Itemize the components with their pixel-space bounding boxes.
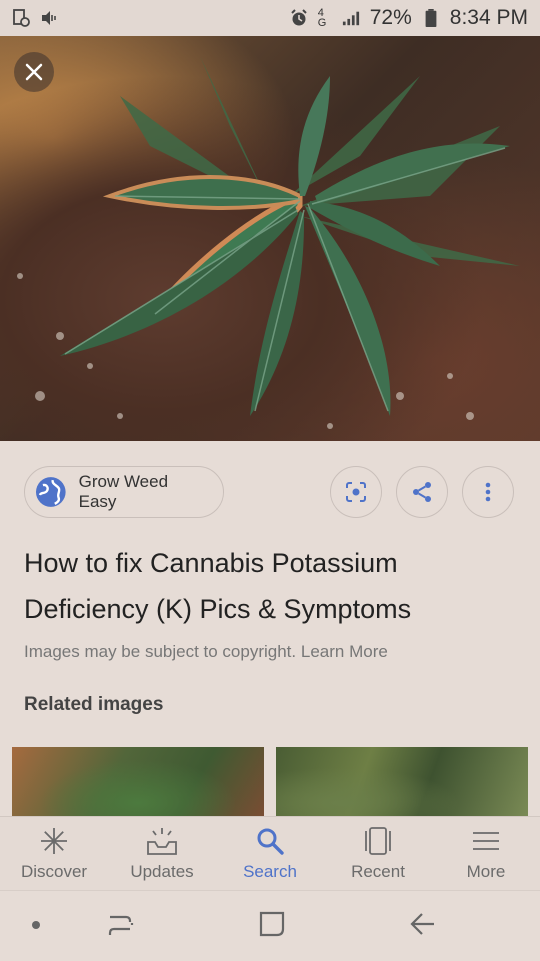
- related-image-thumbnail[interactable]: [12, 747, 264, 817]
- hero-image[interactable]: [0, 36, 540, 441]
- status-right: 4G 72% 8:34 PM: [290, 6, 528, 30]
- globe-icon: [35, 477, 66, 507]
- nav-more[interactable]: More: [432, 817, 540, 891]
- learn-more-link[interactable]: Learn More: [301, 642, 388, 661]
- screenshot-icon: [13, 9, 30, 27]
- source-chip[interactable]: Grow Weed Easy: [24, 466, 224, 518]
- nav-search[interactable]: Search: [216, 817, 324, 891]
- lens-icon: [346, 482, 366, 502]
- bottom-nav: Discover Updates Search Recent More: [0, 816, 540, 891]
- menu-icon: [473, 832, 499, 850]
- recent-apps-icon[interactable]: [106, 909, 136, 939]
- nav-label: Search: [243, 862, 297, 881]
- share-icon: [413, 482, 431, 502]
- lens-button[interactable]: [330, 466, 382, 518]
- plant-illustration: [17, 56, 520, 429]
- search-icon: [257, 828, 284, 855]
- copyright-text: Images may be subject to copyright.: [24, 642, 297, 661]
- nav-discover[interactable]: Discover: [0, 817, 108, 891]
- alarm-icon: [291, 9, 307, 26]
- updates-icon: [147, 828, 177, 855]
- more-vert-icon: [485, 482, 491, 502]
- source-name: Grow Weed Easy: [78, 472, 169, 511]
- more-options-button[interactable]: [462, 466, 514, 518]
- system-nav-bar: [0, 890, 540, 961]
- home-icon[interactable]: [257, 909, 287, 939]
- recent-icon: [365, 827, 391, 855]
- network-label: 4G: [317, 7, 327, 29]
- dot-icon[interactable]: [30, 919, 42, 931]
- nav-label: Updates: [130, 862, 194, 881]
- asterisk-icon: [41, 828, 67, 854]
- status-bar: 4G 72% 8:34 PM: [0, 0, 540, 36]
- nav-label: Discover: [20, 862, 88, 881]
- battery-icon: [425, 9, 437, 27]
- nav-label: More: [466, 862, 506, 881]
- nav-recent[interactable]: Recent: [324, 817, 432, 891]
- close-button[interactable]: [14, 52, 54, 92]
- status-left: [12, 9, 58, 27]
- result-title[interactable]: How to fix Cannabis Potassium Deficiency…: [24, 540, 514, 632]
- source-row: Grow Weed Easy: [24, 466, 516, 520]
- share-button[interactable]: [396, 466, 448, 518]
- back-icon[interactable]: [408, 909, 438, 939]
- related-images-heading: Related images: [24, 694, 164, 715]
- clock: 8:34 PM: [449, 6, 528, 29]
- nav-label: Recent: [351, 862, 405, 881]
- nav-updates[interactable]: Updates: [108, 817, 216, 891]
- related-image-thumbnail[interactable]: [276, 747, 528, 817]
- signal-icon: [342, 11, 359, 26]
- battery-percent: 72%: [369, 6, 412, 29]
- copyright-notice: Images may be subject to copyright. Lear…: [24, 642, 388, 662]
- close-icon: [25, 63, 43, 81]
- volume-icon: [42, 11, 56, 25]
